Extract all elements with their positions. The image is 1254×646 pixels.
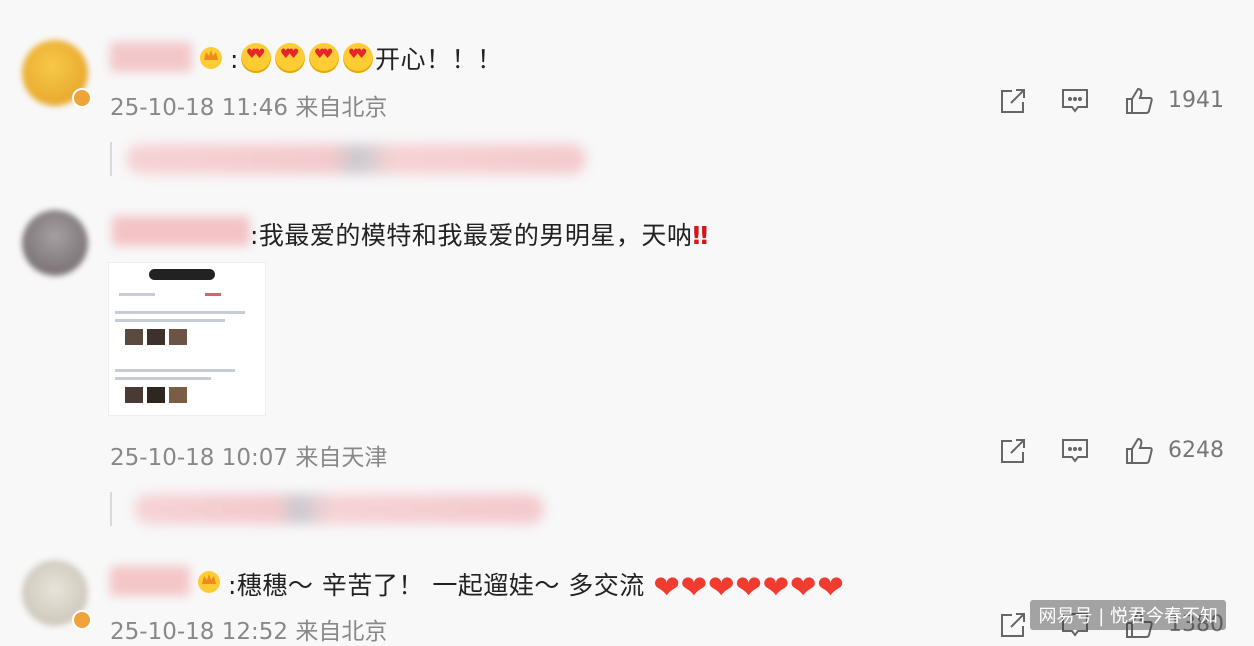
location: 来自天津 — [295, 445, 388, 471]
attached-image[interactable] — [108, 262, 266, 416]
crown-badge-icon — [200, 47, 222, 69]
comment-icon[interactable] — [1060, 86, 1090, 116]
comment-prefix: : — [230, 45, 239, 74]
like-count: 1941 — [1168, 88, 1224, 113]
exclamation-emoji-icon: ‼ — [692, 221, 709, 250]
username[interactable] — [112, 216, 250, 246]
comment-text: : 开心！！！ — [230, 40, 502, 76]
timestamp: 25-10-18 10:07 — [110, 445, 288, 471]
reply-divider — [110, 492, 112, 526]
comment-body: :我最爱的模特和我最爱的男明星，天呐 — [250, 221, 693, 250]
comment-text: :穗穗～ 辛苦了！ 一起遛娃～ 多交流 ❤❤❤❤❤❤❤ — [228, 566, 846, 606]
reply-preview[interactable] — [134, 494, 544, 524]
timestamp: 25-10-18 11:46 — [110, 95, 288, 121]
comment-meta: 25-10-18 11:46 来自北京 — [110, 88, 387, 122]
comment-icon[interactable] — [1060, 436, 1090, 466]
reply-divider — [110, 142, 112, 176]
heart-eyes-emoji-icon — [274, 43, 305, 73]
verified-badge — [72, 610, 92, 630]
username[interactable] — [110, 566, 190, 596]
comment-suffix: 开心！！！ — [374, 45, 503, 74]
heart-eyes-emoji-icon — [240, 43, 271, 73]
share-icon[interactable] — [998, 86, 1028, 116]
location: 来自北京 — [295, 95, 388, 121]
heart-eyes-emoji-icon — [308, 43, 339, 73]
thumbs-up-icon[interactable] — [1124, 436, 1154, 466]
share-icon[interactable] — [998, 436, 1028, 466]
comment-meta: 25-10-18 12:52 来自北京 — [110, 612, 387, 646]
heart-eyes-emoji-icon — [342, 43, 373, 73]
comment-item: :我最爱的模特和我最爱的男明星，天呐‼ 25-10-18 10:07 来自天津 … — [0, 190, 1254, 540]
watermark: 网易号 | 悦君今春不知 — [1030, 600, 1226, 630]
timestamp: 25-10-18 12:52 — [110, 619, 288, 645]
comment-item: : 开心！！！ 25-10-18 11:46 来自北京 1941 — [0, 0, 1254, 190]
location: 来自北京 — [295, 619, 388, 645]
thumbs-up-icon[interactable] — [1124, 86, 1154, 116]
crown-badge-icon — [198, 571, 220, 593]
reply-preview[interactable] — [126, 144, 586, 174]
comment-text: :我最爱的模特和我最爱的男明星，天呐‼ — [250, 216, 709, 252]
username[interactable] — [110, 42, 192, 72]
comment-meta: 25-10-18 10:07 来自天津 — [110, 438, 387, 472]
avatar[interactable] — [22, 210, 88, 276]
like-count: 6248 — [1168, 438, 1224, 463]
red-hearts-emoji-icon: ❤❤❤❤❤❤❤ — [653, 568, 845, 606]
comment-body: :穗穗～ 辛苦了！ 一起遛娃～ 多交流 — [228, 571, 645, 600]
share-icon[interactable] — [998, 610, 1028, 640]
verified-badge — [72, 88, 92, 108]
